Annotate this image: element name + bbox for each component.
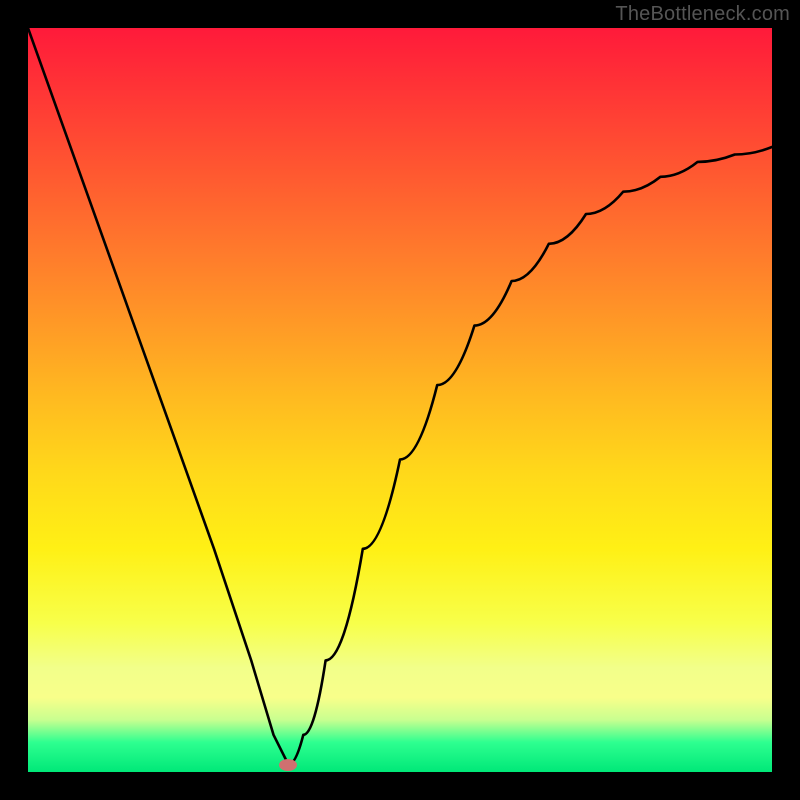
plot-area	[28, 28, 772, 772]
optimum-marker	[279, 759, 297, 771]
curve-svg	[28, 28, 772, 772]
chart-frame: TheBottleneck.com	[0, 0, 800, 800]
bottleneck-curve-path	[28, 28, 772, 765]
watermark-text: TheBottleneck.com	[615, 3, 790, 26]
